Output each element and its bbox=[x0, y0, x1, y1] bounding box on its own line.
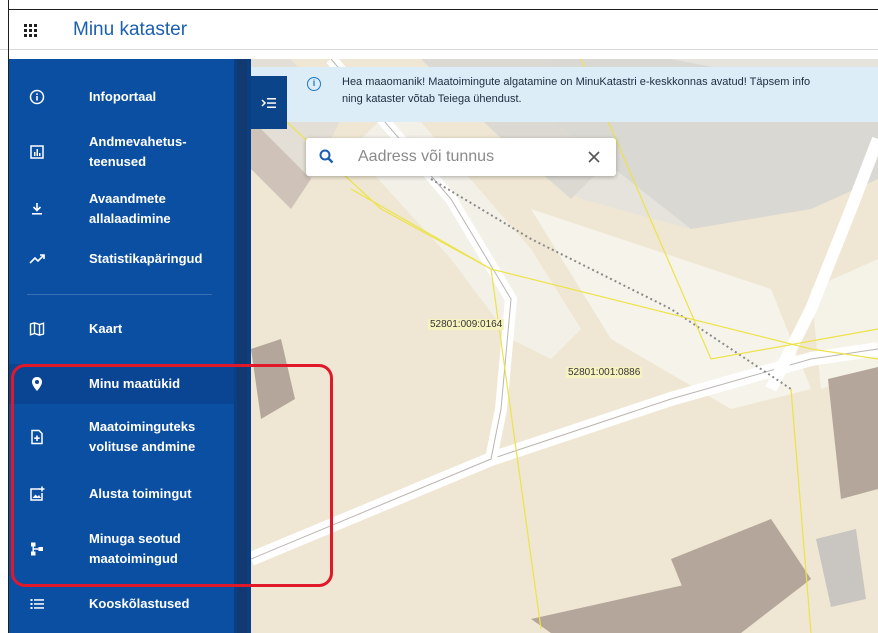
close-icon[interactable] bbox=[586, 149, 602, 165]
app-title[interactable]: Minu kataster bbox=[73, 19, 187, 41]
sidebar-item-avaandmete[interactable]: Avaandmete allalaadimine bbox=[9, 184, 234, 234]
sidebar-item-infoportaal[interactable]: Infoportaal bbox=[9, 77, 234, 117]
parcel-label-2[interactable]: 52801:001:0886 bbox=[566, 367, 643, 378]
search-icon[interactable] bbox=[318, 148, 336, 166]
apps-grid-icon[interactable] bbox=[24, 24, 37, 37]
chart-icon bbox=[28, 143, 46, 161]
sidebar-item-label: Statistikapäringud bbox=[89, 251, 203, 266]
sidebar-item-label: Infoportaal bbox=[89, 89, 157, 104]
sidebar-item-label: Kaart bbox=[89, 321, 123, 336]
app-frame: Minu kataster 52801:009:0164 52801:001:0… bbox=[0, 0, 878, 633]
map-icon bbox=[28, 320, 46, 338]
banner-line-2: ning kataster võtab Teiega ühendust. bbox=[342, 93, 522, 105]
sidebar-item-label: Kooskõlastused bbox=[89, 596, 190, 611]
search-input[interactable] bbox=[358, 146, 558, 168]
parcel-label-1[interactable]: 52801:009:0164 bbox=[428, 319, 505, 330]
info-icon: i bbox=[307, 77, 321, 91]
sidebar-item-label: Andmevahetus- teenused bbox=[89, 134, 187, 169]
sidebar-item-label: Avaandmete allalaadimine bbox=[89, 191, 171, 226]
download-icon bbox=[28, 200, 46, 218]
list-icon bbox=[28, 595, 46, 613]
search-box bbox=[306, 138, 616, 176]
sidebar-item-statistika[interactable]: Statistikapäringud bbox=[9, 239, 234, 279]
highlight-annotation bbox=[11, 364, 333, 587]
banner-text: Hea maaomanik! Maatoimingute algatamine … bbox=[342, 74, 878, 108]
sidebar-divider bbox=[27, 294, 212, 295]
collapse-sidebar-button[interactable] bbox=[251, 76, 287, 129]
trending-icon bbox=[28, 250, 46, 268]
banner-line-1: Hea maaomanik! Maatoimingute algatamine … bbox=[342, 76, 811, 88]
info-icon bbox=[28, 88, 46, 106]
top-bar: Minu kataster bbox=[0, 0, 878, 50]
sidebar-item-kooskolastused[interactable]: Kooskõlastused bbox=[9, 584, 234, 624]
sidebar-item-andmevahetus[interactable]: Andmevahetus- teenused bbox=[9, 127, 234, 177]
sidebar-item-kaart[interactable]: Kaart bbox=[9, 309, 234, 349]
collapse-menu-icon bbox=[261, 97, 276, 108]
window-border-top bbox=[8, 9, 878, 10]
